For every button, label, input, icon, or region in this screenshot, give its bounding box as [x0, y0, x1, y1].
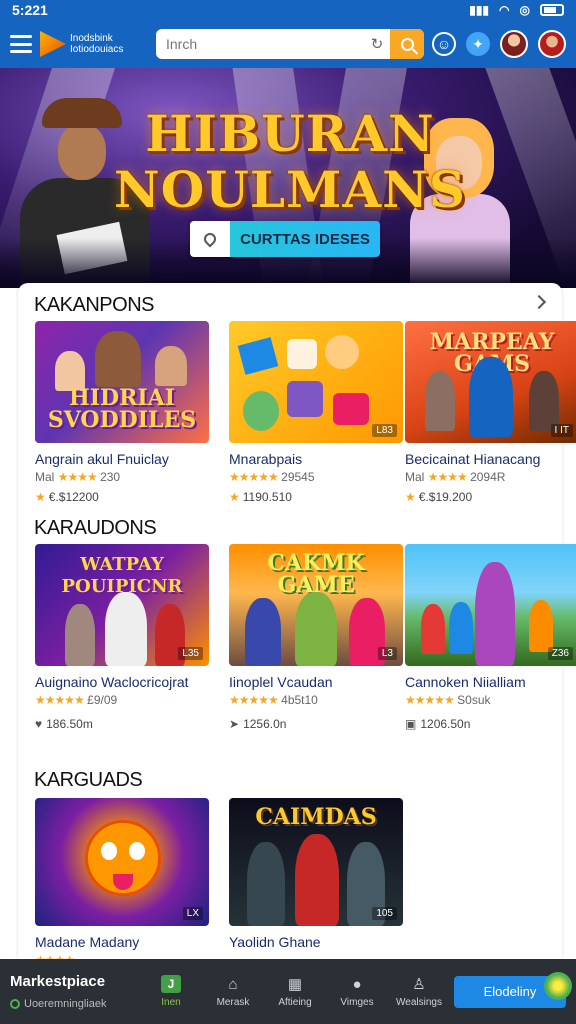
game-price: ★ 1190.510	[229, 490, 292, 504]
nav-item-grid[interactable]: ▦ Aftieing	[264, 975, 326, 1008]
hero-cta-label: CURTTAS IDESES	[230, 221, 380, 257]
clock: 5:221	[12, 2, 48, 18]
game-card[interactable]: L83 Mnarabpais ★★★★★ 29545 ★ 1190.510	[229, 321, 404, 504]
nav-item-home[interactable]: J Inen	[140, 975, 202, 1008]
game-thumbnail: LX	[35, 798, 209, 926]
star-icon: ★	[229, 490, 240, 504]
section-title: KARAUDONS	[34, 517, 157, 539]
star-icon: ★	[405, 490, 416, 504]
badge: 105	[372, 907, 397, 920]
search-bar: ↻	[156, 29, 424, 59]
game-card[interactable]: WATPAY POUIPICNR L35 Auignaino Waclocric…	[35, 544, 210, 731]
house-icon: ⌂	[228, 975, 238, 993]
person-icon: ●	[352, 975, 362, 993]
grid-icon: ▦	[287, 976, 303, 993]
location-pin-icon	[190, 221, 230, 257]
game-price: ♥ 186.50m	[35, 717, 93, 731]
content-panel: KAKANPONS HIDRIAI SVODDILES Angrain akul…	[18, 283, 576, 967]
game-rating: Mal ★★★★ 2094R	[405, 470, 506, 484]
avatar[interactable]	[538, 30, 566, 58]
badge: L3	[377, 647, 397, 660]
game-thumbnail: WATPAY POUIPICNR L35	[35, 544, 209, 666]
section-title: KARGUADS	[34, 769, 143, 791]
game-thumbnail: Z36	[405, 544, 576, 666]
user-circle-icon[interactable]: ☺	[432, 32, 456, 56]
game-rating: ★★★★★ S0suk	[405, 693, 491, 707]
marketplace-label[interactable]: Markestpiace Uoeremningliaek	[10, 973, 140, 1010]
game-thumbnail: CAKMK GAME L3	[229, 544, 403, 666]
sync-icon: ◎	[519, 3, 530, 17]
game-thumbnail: MARPEAY GAMS I IT	[405, 321, 576, 443]
badge: Z36	[547, 647, 573, 660]
app-logo[interactable]: Inodsbink Iotiodouiacs	[40, 31, 140, 57]
game-card[interactable]: HIDRIAI SVODDILES Angrain akul Fnuiclay …	[35, 321, 210, 504]
game-title: Madane Madany	[35, 934, 140, 950]
game-title: Iinoplel Vcaudan	[229, 674, 333, 690]
game-card[interactable]: LX Madane Madany ★★★★	[35, 798, 210, 967]
game-price: ▣ 1206.50n	[405, 717, 471, 731]
hero-banner[interactable]: HIBURAN NOULMANS CURTTAS IDESES	[0, 68, 576, 288]
game-price: ★ €.$19.200	[405, 490, 473, 504]
game-thumbnail: HIDRIAI SVODDILES	[35, 321, 209, 443]
chevron-right-icon[interactable]	[531, 294, 547, 310]
status-icons: ▮▮▮ ◠ ◎	[469, 3, 564, 17]
game-title: Auignaino Waclocricojrat	[35, 674, 189, 690]
badge: LX	[182, 907, 203, 920]
game-thumbnail: L83	[229, 321, 403, 443]
hero-cta-button[interactable]: CURTTAS IDESES	[190, 221, 380, 257]
game-title: Yaolidn Ghane	[229, 934, 321, 950]
star-icon: ★	[35, 490, 46, 504]
section-title: KAKANPONS	[34, 294, 154, 316]
bottom-navigation: Markestpiace Uoeremningliaek J Inen ⌂ Me…	[0, 959, 576, 1024]
search-icon	[400, 37, 414, 51]
game-card[interactable]: CAIMDAS 105 Yaolidn Ghane	[229, 798, 404, 950]
header-actions: ☺ ✦	[432, 30, 566, 58]
user-icon: ♙	[412, 976, 426, 993]
notification-icon[interactable]: ✦	[466, 32, 490, 56]
game-title: Becicainat Hianacang	[405, 451, 541, 467]
search-input[interactable]	[156, 29, 364, 59]
avatar[interactable]	[500, 30, 528, 58]
game-card[interactable]: MARPEAY GAMS I IT Becicainat Hianacang M…	[405, 321, 576, 504]
game-title: Angrain akul Fnuiclay	[35, 451, 169, 467]
top-app-bar: Inodsbink Iotiodouiacs ↻ ☺ ✦	[0, 20, 576, 68]
game-price: ★ €.$12200	[35, 490, 99, 504]
game-rating: Mal ★★★★ 230	[35, 470, 121, 484]
chat-icon: ▣	[405, 717, 417, 731]
refresh-icon[interactable]: ↻	[364, 35, 390, 53]
game-rating: ★★★★★ 29545	[229, 470, 315, 484]
game-card[interactable]: Z36 Cannoken Niialliam ★★★★★ S0suk ▣ 1206…	[405, 544, 576, 731]
search-button[interactable]	[390, 29, 424, 59]
game-thumbnail: CAIMDAS 105	[229, 798, 403, 926]
menu-icon[interactable]	[10, 35, 32, 53]
battery-icon	[540, 4, 564, 16]
hero-title: HIBURAN NOULMANS	[114, 104, 466, 219]
badge-icon	[544, 971, 572, 1000]
send-icon: ➤	[229, 717, 240, 731]
home-icon: J	[161, 975, 181, 993]
game-rating: ★★★★★ 4b5t10	[229, 693, 318, 707]
logo-play-icon	[40, 31, 66, 57]
logo-text: Inodsbink Iotiodouiacs	[70, 33, 124, 55]
status-bar: 5:221 ▮▮▮ ◠ ◎	[0, 0, 576, 20]
badge: L83	[372, 424, 397, 437]
game-card[interactable]: CAKMK GAME L3 Iinoplel Vcaudan ★★★★★ 4b5…	[229, 544, 404, 731]
status-ring-icon	[10, 999, 20, 1009]
game-rating: ★★★★★ £9/09	[35, 693, 118, 707]
signal-icon: ▮▮▮	[469, 3, 490, 17]
game-title: Mnarabpais	[229, 451, 303, 467]
primary-action-button[interactable]: Elodeliny	[454, 971, 572, 1008]
nav-item-images[interactable]: ● Vimges	[326, 975, 388, 1009]
game-title: Cannoken Niialliam	[405, 674, 526, 690]
game-price: ➤ 1256.0n	[229, 717, 287, 731]
wifi-icon: ◠	[499, 3, 510, 17]
badge: L35	[178, 647, 203, 660]
nav-item-market[interactable]: ⌂ Merask	[202, 975, 264, 1009]
nav-item-settings[interactable]: ♙ Wealsings	[388, 975, 450, 1008]
heart-icon: ♥	[35, 717, 43, 731]
badge: I IT	[550, 424, 573, 437]
